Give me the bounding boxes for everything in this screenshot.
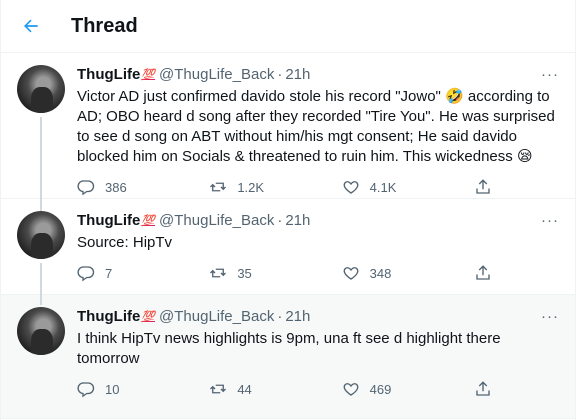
like-count: 4.1K xyxy=(369,179,397,195)
reply-button[interactable]: 386 xyxy=(77,178,135,196)
separator-dot: · xyxy=(277,66,283,83)
retweet-count: 35 xyxy=(237,265,252,281)
timestamp[interactable]: 21h xyxy=(285,211,310,231)
arrow-left-icon xyxy=(24,19,38,33)
share-icon xyxy=(476,381,490,396)
thread-connector-line xyxy=(40,199,42,209)
heart-icon xyxy=(343,181,359,194)
tweet-left-column xyxy=(17,65,65,213)
reply-icon xyxy=(77,382,95,398)
hundred-icon: 💯 xyxy=(141,69,156,81)
retweet-button[interactable]: 35 xyxy=(209,264,267,282)
tweet-text-part: Victor AD just confirmed davido stole hi… xyxy=(77,88,446,105)
user-handle[interactable]: @ThugLife_Back xyxy=(159,211,274,231)
avatar[interactable] xyxy=(17,307,65,355)
retweet-count: 1.2K xyxy=(237,179,265,195)
laughing-emoji-icon: 🤣 xyxy=(445,88,464,105)
retweet-icon xyxy=(210,182,227,192)
like-button[interactable]: 348 xyxy=(342,264,400,282)
tweet-actions: 10 44 469 xyxy=(77,373,502,405)
tweet-text: Victor AD just confirmed davido stole hi… xyxy=(77,87,559,167)
thread-view: Thread ThugLife 💯 @ThugLife_Back · 21h ·… xyxy=(0,0,576,420)
timestamp[interactable]: 21h xyxy=(285,65,310,85)
tweet-actions: 7 35 348 xyxy=(77,257,502,289)
share-icon xyxy=(476,179,490,194)
avatar[interactable] xyxy=(17,211,65,259)
timestamp[interactable]: 21h xyxy=(285,307,310,327)
tweet-3[interactable]: ThugLife 💯 @ThugLife_Back · 21h ··· I th… xyxy=(1,295,575,419)
reply-count: 7 xyxy=(105,265,113,281)
separator-dot: · xyxy=(277,308,283,325)
sleepy-emoji-icon: 😪 xyxy=(516,148,533,165)
more-options-icon[interactable]: ··· xyxy=(541,307,559,327)
tweet-2[interactable]: ThugLife 💯 @ThugLife_Back · 21h ··· Sour… xyxy=(1,199,575,309)
like-count: 469 xyxy=(369,381,392,397)
share-button[interactable] xyxy=(474,178,502,196)
like-button[interactable]: 4.1K xyxy=(342,178,400,196)
user-handle[interactable]: @ThugLife_Back xyxy=(159,307,274,327)
share-button[interactable] xyxy=(474,380,502,398)
tweet-left-column xyxy=(17,295,65,418)
retweet-button[interactable]: 1.2K xyxy=(209,178,267,196)
reply-count: 386 xyxy=(105,179,127,195)
thread-header: Thread xyxy=(1,0,575,53)
avatar[interactable] xyxy=(17,65,65,113)
more-options-icon[interactable]: ··· xyxy=(541,65,559,85)
thread-connector-line xyxy=(40,295,42,305)
more-options-icon[interactable]: ··· xyxy=(541,211,559,231)
reply-icon xyxy=(77,266,95,282)
retweet-button[interactable]: 44 xyxy=(209,380,267,398)
tweet-meta: ThugLife 💯 @ThugLife_Back · 21h ··· xyxy=(77,307,559,327)
tweet-meta: ThugLife 💯 @ThugLife_Back · 21h ··· xyxy=(77,65,559,85)
reply-button[interactable]: 10 xyxy=(77,380,135,398)
tweet-content: ThugLife 💯 @ThugLife_Back · 21h ··· I th… xyxy=(77,307,559,418)
share-icon xyxy=(476,265,490,280)
tweet-content: ThugLife 💯 @ThugLife_Back · 21h ··· Vict… xyxy=(77,65,559,198)
display-name[interactable]: ThugLife xyxy=(77,307,140,327)
back-button[interactable] xyxy=(11,6,51,46)
hundred-icon: 💯 xyxy=(141,311,156,323)
like-button[interactable]: 469 xyxy=(342,380,400,398)
hundred-icon: 💯 xyxy=(141,215,156,227)
retweet-icon xyxy=(210,268,227,278)
reply-icon xyxy=(77,180,95,196)
retweet-count: 44 xyxy=(237,381,252,397)
tweet-content: ThugLife 💯 @ThugLife_Back · 21h ··· Sour… xyxy=(77,211,559,294)
retweet-icon xyxy=(210,384,227,394)
heart-icon xyxy=(343,267,359,280)
share-button[interactable] xyxy=(474,264,502,282)
user-handle[interactable]: @ThugLife_Back xyxy=(159,65,274,85)
display-name[interactable]: ThugLife xyxy=(77,65,140,85)
reply-count: 10 xyxy=(105,381,120,397)
tweet-text: I think HipTv news highlights is 9pm, un… xyxy=(77,330,501,367)
tweet-1[interactable]: ThugLife 💯 @ThugLife_Back · 21h ··· Vict… xyxy=(1,53,575,213)
tweet-text: Source: HipTv xyxy=(77,234,173,251)
separator-dot: · xyxy=(277,212,283,229)
display-name[interactable]: ThugLife xyxy=(77,211,140,231)
like-count: 348 xyxy=(369,265,392,281)
tweet-left-column xyxy=(17,199,65,309)
reply-button[interactable]: 7 xyxy=(77,264,135,282)
tweet-meta: ThugLife 💯 @ThugLife_Back · 21h ··· xyxy=(77,211,559,231)
heart-icon xyxy=(343,383,359,396)
page-title: Thread xyxy=(71,14,138,37)
